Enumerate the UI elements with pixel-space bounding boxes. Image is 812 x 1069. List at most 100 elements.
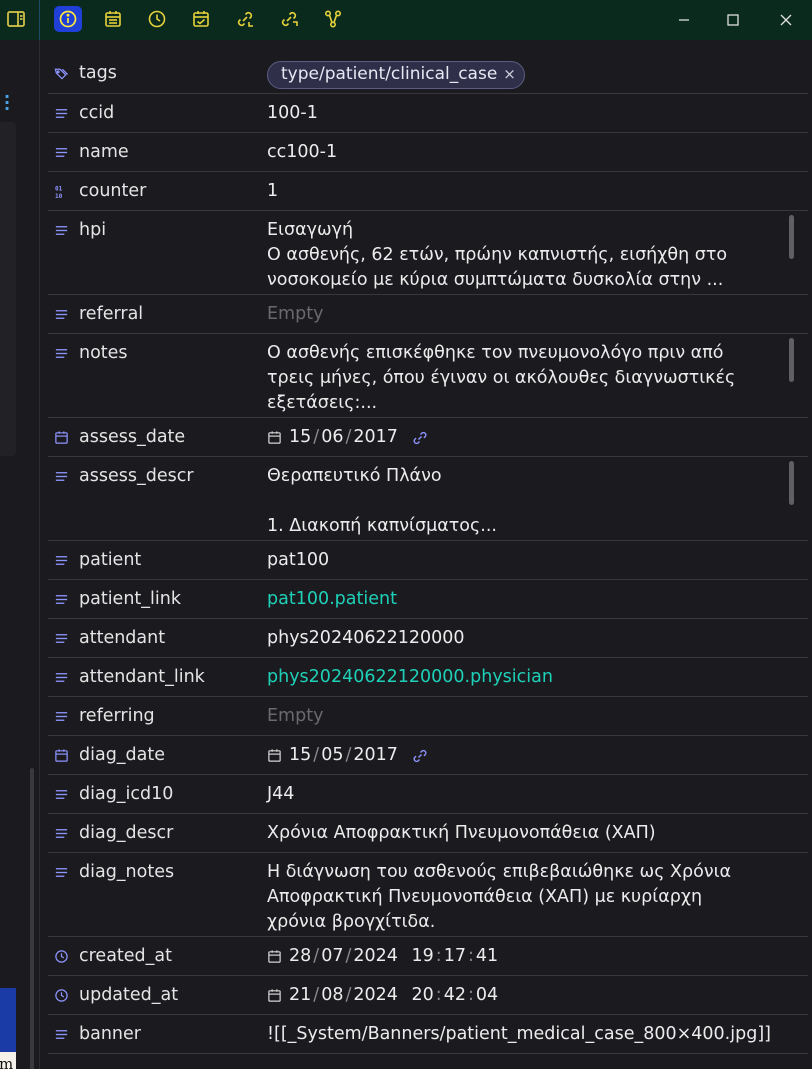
link-icon[interactable] [412,430,428,446]
property-key[interactable]: diag_descr [48,814,258,852]
property-value[interactable]: pat100.patient [258,580,808,618]
calendar-icon[interactable] [53,747,69,763]
clock-icon[interactable] [53,987,69,1003]
remove-tag-icon[interactable]: × [503,62,516,87]
property-value[interactable]: Empty [258,295,808,333]
calendar-button[interactable] [99,6,127,32]
property-row-attendant: attendant phys20240622120000 [48,619,808,658]
svg-text:10: 10 [54,193,62,199]
property-value[interactable]: Χρόνια Αποφρακτική Πνευμονοπάθεια (ΧΑΠ) [258,814,808,852]
text-icon[interactable] [53,144,69,160]
scrollbar[interactable] [789,338,794,382]
text-icon[interactable] [53,105,69,121]
property-key[interactable]: assess_descr [48,457,258,540]
text-icon[interactable] [53,1026,69,1042]
minimize-button[interactable] [671,8,697,32]
property-key[interactable]: assess_date [48,418,258,456]
text-icon[interactable] [53,825,69,841]
calendar-check-button[interactable] [187,6,215,32]
internal-link[interactable]: phys20240622120000.physician [267,667,553,687]
more-options-icon[interactable]: · · · [4,89,10,117]
property-key[interactable]: diag_icd10 [48,775,258,813]
property-value[interactable]: 15/05/2017 [258,736,808,774]
clock-button[interactable] [143,6,171,32]
property-row-assess-descr: assess_descr Θεραπευτικό Πλάνο 1. Διακοπή… [48,457,808,541]
property-row-patient-link: patient_link pat100.patient [48,580,808,619]
property-key[interactable]: attendant [48,619,258,657]
property-value[interactable]: Εισαγωγή Ο ασθενής, 62 ετών, πρώην καπνισ… [258,211,808,294]
text-icon[interactable] [53,552,69,568]
property-key[interactable]: notes [48,334,258,417]
property-value[interactable]: Empty [258,697,808,735]
tag-pill[interactable]: type/patient/clinical_case × [267,60,525,89]
property-value[interactable]: Η διάγνωση του ασθενούς επιβεβαιώθηκε ως… [258,853,808,936]
property-key[interactable]: referral [48,295,258,333]
clock-icon[interactable] [53,948,69,964]
scrollbar[interactable] [789,461,794,505]
date-value[interactable]: 28/07/2024 19:17:41 [267,944,498,969]
tags-icon[interactable] [53,65,69,81]
property-value[interactable]: Θεραπευτικό Πλάνο 1. Διακοπή καπνίσματος… [258,457,808,540]
property-row-name: name cc100-1 [48,133,808,172]
date-picker-icon[interactable] [267,748,282,763]
property-value[interactable]: 1 [258,172,808,210]
calendar-icon[interactable] [53,429,69,445]
date-picker-icon[interactable] [267,988,282,1003]
text-icon[interactable] [53,630,69,646]
text-icon[interactable] [53,708,69,724]
property-key[interactable]: hpi [48,211,258,294]
property-value[interactable]: pat100 [258,541,808,579]
property-value[interactable]: ![[_System/Banners/patient_medical_case_… [258,1015,808,1053]
text-icon[interactable] [53,669,69,685]
property-value[interactable]: type/patient/clinical_case × [258,54,808,93]
maximize-button[interactable] [720,8,746,32]
property-key[interactable]: banner [48,1015,258,1053]
property-key[interactable]: name [48,133,258,171]
property-value[interactable]: Ο ασθενής επισκέφθηκε τον πνευμονολόγο π… [258,334,808,417]
scrollbar[interactable] [30,768,34,1069]
graph-button[interactable] [319,6,347,32]
text-icon[interactable] [53,468,69,484]
property-key[interactable]: referring [48,697,258,735]
property-key[interactable]: tags [48,54,258,93]
scrollbar[interactable] [789,215,794,259]
internal-link[interactable]: pat100.patient [267,589,397,609]
property-key[interactable]: 01 10 counter [48,172,258,210]
date-value[interactable]: 21/08/2024 20:42:04 [267,983,498,1008]
text-icon[interactable] [53,864,69,880]
property-value[interactable]: phys20240622120000.physician [258,658,808,696]
property-value[interactable]: J44 [258,775,808,813]
text-icon[interactable] [53,306,69,322]
info-button[interactable] [54,6,82,32]
minimize-icon [679,19,689,21]
text-icon[interactable] [53,786,69,802]
sidebar-toggle-button[interactable] [0,0,40,40]
text-icon[interactable] [53,345,69,361]
text-icon[interactable] [53,591,69,607]
property-key[interactable]: created_at [48,937,258,975]
property-key[interactable]: diag_date [48,736,258,774]
date-value[interactable]: 15/06/2017 [267,425,428,450]
property-key[interactable]: updated_at [48,976,258,1014]
property-value[interactable]: 28/07/2024 19:17:41 [258,937,808,975]
property-value[interactable]: phys20240622120000 [258,619,808,657]
property-key[interactable]: patient_link [48,580,258,618]
property-key[interactable]: patient [48,541,258,579]
backlinks-button[interactable] [231,6,259,32]
number-icon[interactable]: 01 10 [53,183,69,199]
property-key[interactable]: ccid [48,94,258,132]
calendar-icon [105,11,121,27]
date-picker-icon[interactable] [267,949,282,964]
property-value[interactable]: 21/08/2024 20:42:04 [258,976,808,1014]
link-icon[interactable] [412,748,428,764]
date-value[interactable]: 15/05/2017 [267,743,428,768]
property-value[interactable]: 15/06/2017 [258,418,808,456]
date-picker-icon[interactable] [267,430,282,445]
property-key[interactable]: attendant_link [48,658,258,696]
outlinks-button[interactable] [275,6,303,32]
property-key[interactable]: diag_notes [48,853,258,936]
close-button[interactable] [773,8,799,32]
text-icon[interactable] [53,222,69,238]
property-value[interactable]: 100-1 [258,94,808,132]
property-value[interactable]: cc100-1 [258,133,808,171]
